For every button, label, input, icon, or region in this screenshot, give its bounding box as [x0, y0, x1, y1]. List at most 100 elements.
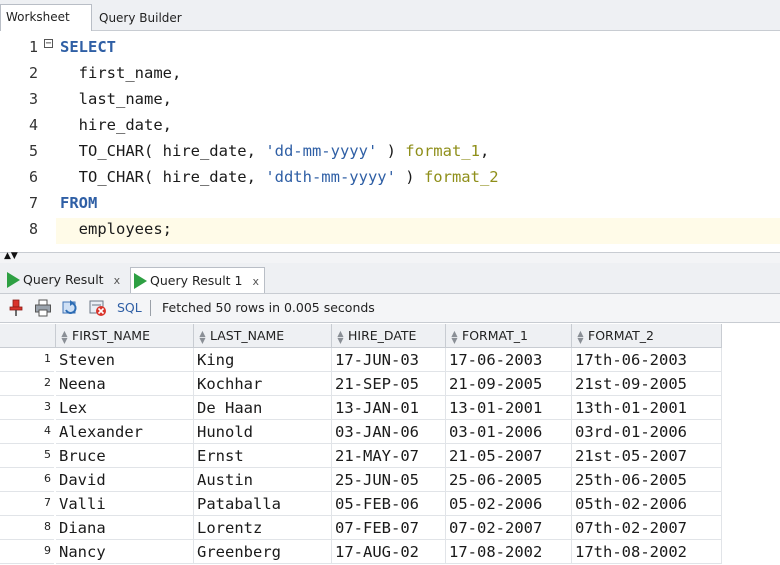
table-row[interactable]: 5 Bruce Ernst 21-MAY-07 21-05-2007 21st-05-20…: [0, 444, 722, 468]
table-cell[interactable]: 21-SEP-05: [332, 372, 446, 396]
table-row[interactable]: 7 Valli Pataballa 05-FEB-06 05-02-2006 05th-0…: [0, 492, 722, 516]
table-cell[interactable]: Lorentz: [194, 516, 332, 540]
table-cell[interactable]: 05th-02-2006: [572, 492, 722, 516]
cancel-icon[interactable]: [89, 299, 107, 317]
tab-label: Query Result: [23, 272, 104, 287]
table-cell[interactable]: Alexander: [56, 420, 194, 444]
column-header-first-name[interactable]: ▲ ▼ FIRST_NAME: [56, 324, 194, 348]
result-grid[interactable]: ▲ ▼ FIRST_NAME ▲ ▼ LAST_NAME ▲ ▼ HIRE_DATE ▲ ▼ F…: [0, 324, 780, 565]
table-cell[interactable]: Pataballa: [194, 492, 332, 516]
table-cell[interactable]: 17th-08-2002: [572, 540, 722, 564]
column-header-label: HIRE_DATE: [348, 328, 417, 343]
tab-query-result-1[interactable]: Query Result 1 x: [130, 267, 265, 293]
code-line[interactable]: last_name,: [60, 86, 172, 112]
table-cell[interactable]: Steven: [56, 348, 194, 372]
column-header-format-1[interactable]: ▲ ▼ FORMAT_1: [446, 324, 572, 348]
code-line[interactable]: SELECT: [60, 34, 116, 60]
table-cell[interactable]: 21-09-2005: [446, 372, 572, 396]
tab-query-result[interactable]: Query Result x: [4, 267, 124, 293]
column-header-format-2[interactable]: ▲ ▼ FORMAT_2: [572, 324, 722, 348]
line-number: 6: [28, 168, 38, 186]
line-number: 7: [28, 194, 38, 212]
table-row[interactable]: 9 Nancy Greenberg 17-AUG-02 17-08-2002 17th-0…: [0, 540, 722, 564]
code-line[interactable]: first_name,: [60, 60, 182, 86]
sql-button[interactable]: SQL: [117, 299, 142, 317]
table-cell[interactable]: 25th-06-2005: [572, 468, 722, 492]
tab-query-builder[interactable]: Query Builder: [99, 5, 199, 32]
row-number: 7: [0, 492, 54, 516]
sql-editor[interactable]: 1 2 3 4 5 6 7 8 − SELECT first_name, last_name,…: [0, 31, 780, 251]
table-cell[interactable]: Kochhar: [194, 372, 332, 396]
table-cell[interactable]: Greenberg: [194, 540, 332, 564]
table-cell[interactable]: 13-01-2001: [446, 396, 572, 420]
table-cell[interactable]: 17th-06-2003: [572, 348, 722, 372]
code-line[interactable]: hire_date,: [60, 112, 172, 138]
line-number: 3: [28, 90, 38, 108]
table-cell[interactable]: 17-JUN-03: [332, 348, 446, 372]
table-cell[interactable]: Valli: [56, 492, 194, 516]
table-cell[interactable]: 17-08-2002: [446, 540, 572, 564]
table-cell[interactable]: 17-AUG-02: [332, 540, 446, 564]
table-row[interactable]: 8 Diana Lorentz 07-FEB-07 07-02-2007 07th-02-…: [0, 516, 722, 540]
close-icon[interactable]: x: [114, 274, 121, 287]
table-cell[interactable]: Hunold: [194, 420, 332, 444]
line-number: 4: [28, 116, 38, 134]
table-cell[interactable]: Austin: [194, 468, 332, 492]
code-line[interactable]: TO_CHAR( hire_date, 'dd-mm-yyyy' ) forma…: [60, 138, 490, 164]
refresh-icon[interactable]: [62, 299, 80, 317]
pin-icon[interactable]: [7, 299, 25, 317]
table-row[interactable]: 2 Neena Kochhar 21-SEP-05 21-09-2005 21st-09-…: [0, 372, 722, 396]
row-number: 2: [0, 372, 54, 396]
table-cell[interactable]: 07th-02-2007: [572, 516, 722, 540]
line-number: 1: [28, 38, 38, 56]
table-cell[interactable]: 03-01-2006: [446, 420, 572, 444]
table-cell[interactable]: Bruce: [56, 444, 194, 468]
table-cell[interactable]: 05-02-2006: [446, 492, 572, 516]
table-cell[interactable]: De Haan: [194, 396, 332, 420]
column-header-hire-date[interactable]: ▲ ▼ HIRE_DATE: [332, 324, 446, 348]
table-cell[interactable]: Nancy: [56, 540, 194, 564]
table-cell[interactable]: 03-JAN-06: [332, 420, 446, 444]
line-number: 2: [28, 64, 38, 82]
table-row[interactable]: 3 Lex De Haan 13-JAN-01 13-01-2001 13th-01-20…: [0, 396, 722, 420]
table-cell[interactable]: David: [56, 468, 194, 492]
table-cell[interactable]: 03rd-01-2006: [572, 420, 722, 444]
table-cell[interactable]: 13th-01-2001: [572, 396, 722, 420]
table-cell[interactable]: Diana: [56, 516, 194, 540]
sort-icon: ▲ ▼: [577, 328, 584, 345]
table-cell[interactable]: Ernst: [194, 444, 332, 468]
code-line[interactable]: employees;: [60, 216, 172, 242]
table-cell[interactable]: 25-JUN-05: [332, 468, 446, 492]
table-cell[interactable]: 05-FEB-06: [332, 492, 446, 516]
code-token: TO_CHAR( hire_date,: [60, 168, 266, 186]
close-icon[interactable]: x: [253, 275, 260, 288]
tab-worksheet[interactable]: Worksheet: [0, 4, 92, 31]
tab-label: Query Result 1: [150, 273, 243, 288]
column-header-last-name[interactable]: ▲ ▼ LAST_NAME: [194, 324, 332, 348]
row-number: 8: [0, 516, 54, 540]
table-row[interactable]: 4 Alexander Hunold 03-JAN-06 03-01-2006 03rd-…: [0, 420, 722, 444]
table-cell[interactable]: 13-JAN-01: [332, 396, 446, 420]
line-number-gutter: 1 2 3 4 5 6 7 8: [0, 31, 42, 251]
row-number: 6: [0, 468, 54, 492]
code-token: ,: [479, 142, 490, 160]
table-cell[interactable]: Neena: [56, 372, 194, 396]
table-row[interactable]: 6 David Austin 25-JUN-05 25-06-2005 25th-06-2…: [0, 468, 722, 492]
table-cell[interactable]: 17-06-2003: [446, 348, 572, 372]
code-line[interactable]: TO_CHAR( hire_date, 'ddth-mm-yyyy' ) for…: [60, 164, 499, 190]
table-cell[interactable]: 21st-05-2007: [572, 444, 722, 468]
table-cell[interactable]: 21-05-2007: [446, 444, 572, 468]
splitter-arrows-icon[interactable]: ▲▼: [4, 252, 18, 261]
table-cell[interactable]: 21-MAY-07: [332, 444, 446, 468]
row-number: 4: [0, 420, 54, 444]
table-cell[interactable]: 07-02-2007: [446, 516, 572, 540]
print-icon[interactable]: [34, 299, 52, 317]
fold-toggle-icon[interactable]: −: [44, 39, 53, 49]
table-cell[interactable]: 07-FEB-07: [332, 516, 446, 540]
code-line[interactable]: FROM: [60, 190, 97, 216]
table-cell[interactable]: 21st-09-2005: [572, 372, 722, 396]
table-row[interactable]: 1 Steven King 17-JUN-03 17-06-2003 17th-06-20…: [0, 348, 722, 372]
table-cell[interactable]: King: [194, 348, 332, 372]
table-cell[interactable]: 25-06-2005: [446, 468, 572, 492]
table-cell[interactable]: Lex: [56, 396, 194, 420]
